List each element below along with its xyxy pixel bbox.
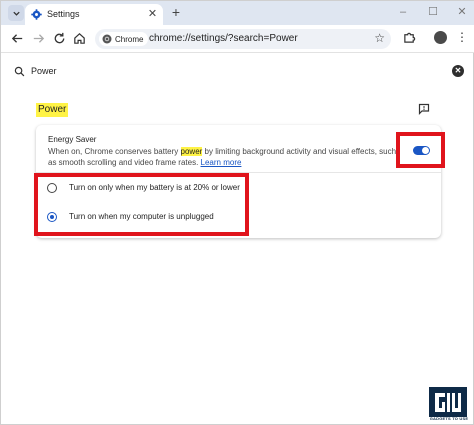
menu-kebab-icon[interactable]: ⋮ [456, 30, 468, 45]
settings-search-input[interactable] [31, 64, 411, 78]
close-window-button[interactable]: ✕ [456, 6, 468, 18]
chrome-logo-icon [102, 34, 112, 44]
energy-saver-title: Energy Saver [48, 135, 97, 144]
address-bar[interactable]: Chrome chrome://settings/?search=Power ☆ [95, 29, 391, 49]
maximize-button[interactable]: ☐ [427, 6, 439, 18]
search-icon [14, 66, 25, 77]
bookmark-star-icon[interactable]: ☆ [374, 31, 385, 45]
desc-text-before: When on, Chrome conserves battery [48, 147, 181, 156]
feedback-icon[interactable] [418, 103, 430, 115]
watermark-text: GADGETS TO USE [429, 416, 469, 421]
section-title: Power [36, 103, 69, 117]
tab-strip: Settings ✕ + – ☐ ✕ [1, 1, 474, 25]
reload-button[interactable] [52, 31, 67, 46]
back-arrow-icon [11, 34, 23, 43]
chevron-down-icon [12, 11, 20, 16]
settings-search-row: ✕ [1, 57, 474, 85]
tab-close-icon[interactable]: ✕ [147, 9, 158, 20]
tab-settings[interactable]: Settings ✕ [25, 4, 163, 25]
forward-button[interactable] [31, 31, 46, 46]
new-tab-button[interactable]: + [169, 5, 183, 19]
url-text[interactable]: chrome://settings/?search=Power [149, 33, 298, 44]
search-highlight: power [180, 147, 203, 156]
settings-gear-icon [31, 9, 42, 20]
watermark-logo: GADGETS TO USE [427, 387, 471, 424]
tab-search-button[interactable] [8, 5, 24, 21]
tab-title: Settings [47, 9, 80, 19]
forward-arrow-icon [33, 34, 45, 43]
back-button[interactable] [10, 31, 25, 46]
learn-more-link[interactable]: Learn more [201, 158, 242, 167]
watermark-mark [429, 387, 467, 417]
browser-window: Settings ✕ + – ☐ ✕ Chrome chrome://setti… [0, 0, 474, 425]
annotation-box-toggle [396, 132, 445, 168]
annotation-box-options [34, 173, 249, 236]
profile-avatar[interactable] [434, 31, 447, 44]
reload-icon [54, 32, 65, 44]
home-button[interactable] [72, 31, 87, 46]
site-info-chip[interactable]: Chrome [99, 32, 149, 46]
clear-search-icon[interactable]: ✕ [452, 65, 464, 77]
home-icon [74, 32, 85, 44]
chip-label: Chrome [115, 34, 144, 44]
browser-toolbar: Chrome chrome://settings/?search=Power ☆… [1, 25, 474, 53]
extensions-puzzle-icon[interactable] [403, 31, 416, 44]
energy-saver-description: When on, Chrome conserves battery power … [48, 146, 398, 168]
gadgets-to-use-logo-icon [435, 393, 461, 412]
minimize-button[interactable]: – [397, 6, 409, 18]
